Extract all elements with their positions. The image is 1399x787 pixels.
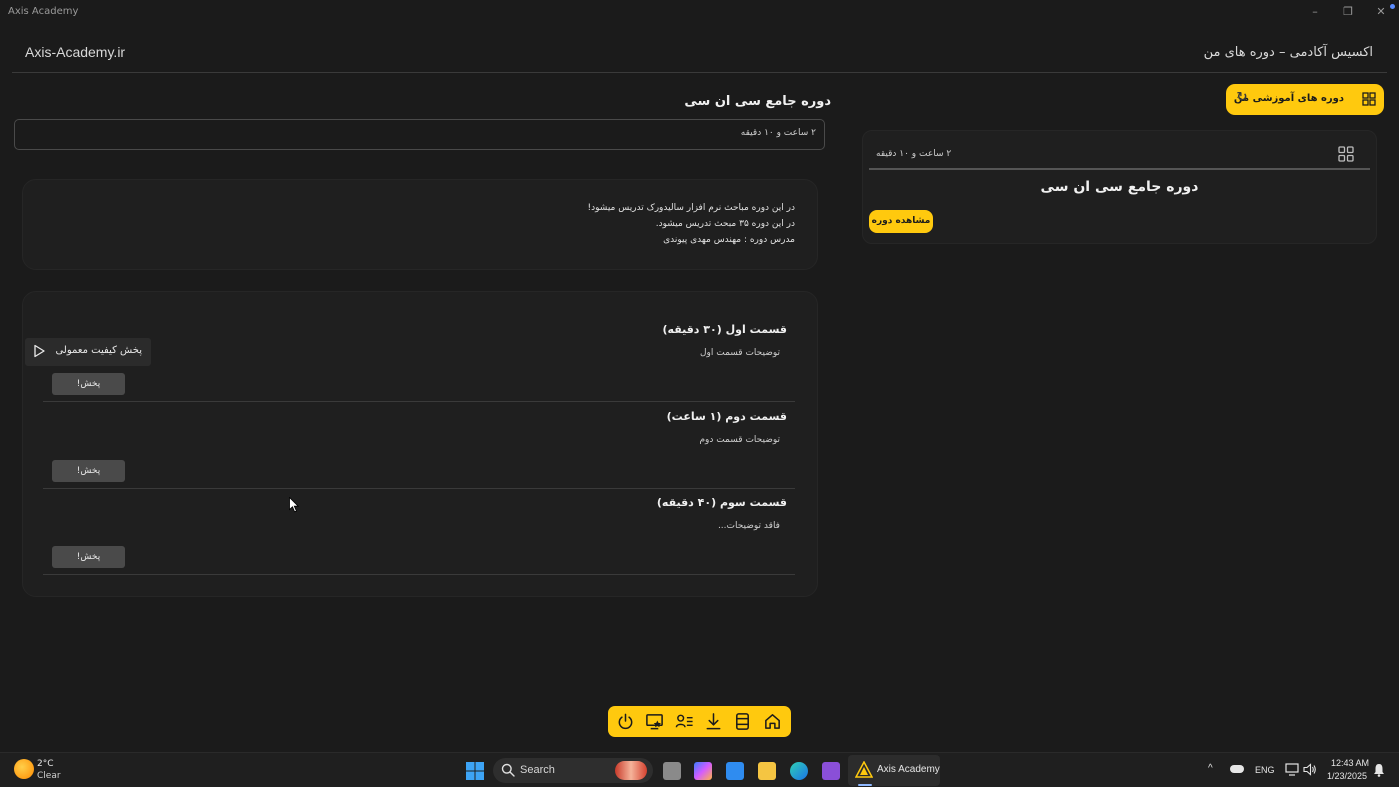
- refresh-icon[interactable]: ↻: [1234, 90, 1250, 106]
- course-card: ۲ ساعت و ۱۰ دقیقه دوره جامع سی ان سی مشا…: [862, 130, 1377, 244]
- play-button[interactable]: پخش!: [52, 373, 125, 395]
- page-title: اکسیس آکادمی – دوره های من: [1203, 45, 1373, 60]
- user-list-icon[interactable]: [675, 712, 694, 731]
- course-card-divider: [869, 168, 1370, 170]
- view-course-button[interactable]: مشاهده دوره: [869, 210, 933, 233]
- window-title: Axis Academy: [8, 6, 79, 17]
- episode-item: قسمت دوم (۱ ساعت) توضیحات قسمت دوم پخش!: [43, 402, 795, 489]
- clock-time[interactable]: 12:43 AM: [1331, 758, 1369, 768]
- episode-item: قسمت اول (۳۰ دقیقه) توضیحات قسمت اول پخش…: [43, 315, 795, 402]
- download-icon[interactable]: [704, 712, 723, 731]
- minimize-button[interactable]: –: [1305, 3, 1325, 21]
- taskbar: 2°C Clear Search Axis Academy ^ ENG 12:4: [0, 752, 1399, 787]
- my-courses-button[interactable]: دوره های آموزشی من ↻: [1226, 84, 1384, 115]
- notification-dot: [1390, 4, 1395, 9]
- clock-date[interactable]: 1/23/2025: [1327, 771, 1367, 781]
- volume-icon[interactable]: [1303, 763, 1317, 776]
- mouse-cursor-icon: [289, 497, 299, 513]
- language-indicator[interactable]: ENG: [1255, 765, 1275, 775]
- play-button[interactable]: پخش!: [52, 546, 125, 568]
- course-duration: ۲ ساعت و ۱۰ دقیقه: [740, 128, 816, 138]
- play-icon: [34, 344, 45, 358]
- weather-icon[interactable]: [14, 759, 34, 779]
- course-duration-box: ۲ ساعت و ۱۰ دقیقه: [14, 119, 825, 150]
- course-description-card: در این دوره مباحث نرم افزار سالیدورک تدر…: [22, 179, 818, 270]
- grid-add-icon: [1362, 92, 1376, 106]
- visual-studio-icon[interactable]: [822, 762, 840, 780]
- episode-description: توضیحات قسمت اول: [699, 348, 780, 358]
- search-highlight-image: [615, 761, 647, 780]
- tray-chevron-icon[interactable]: ^: [1208, 763, 1213, 774]
- description-line: در این دوره مباحث نرم افزار سالیدورک تدر…: [587, 203, 795, 213]
- episode-divider: [43, 574, 795, 575]
- notification-bell-icon[interactable]: [1373, 763, 1385, 777]
- course-title: دوره جامع سی ان سی: [684, 94, 831, 109]
- episodes-card: قسمت اول (۳۰ دقیقه) توضیحات قسمت اول پخش…: [22, 291, 818, 597]
- maximize-button[interactable]: ❐: [1338, 3, 1358, 21]
- copilot-icon[interactable]: [694, 762, 712, 780]
- tooltip-label: پخش کیفیت معمولی: [55, 345, 142, 356]
- weather-temperature[interactable]: 2°C: [37, 759, 54, 769]
- my-courses-label: دوره های آموزشی من: [1233, 93, 1344, 104]
- episode-description: فاقد توضیحات...: [717, 521, 780, 531]
- bottom-toolbar: [608, 706, 791, 737]
- axis-academy-taskbar-label: Axis Academy: [877, 764, 940, 775]
- onedrive-icon[interactable]: [1230, 765, 1244, 773]
- active-app-indicator: [858, 784, 872, 786]
- weather-description[interactable]: Clear: [37, 771, 61, 781]
- play-button[interactable]: پخش!: [52, 460, 125, 482]
- power-icon[interactable]: [616, 712, 635, 731]
- windows-start-icon[interactable]: [466, 762, 484, 780]
- axis-academy-icon: [855, 761, 873, 778]
- description-line: مدرس دوره : مهندس مهدی پیوندی: [663, 235, 795, 245]
- taskbar-search[interactable]: Search: [493, 758, 653, 783]
- bookmark-icon[interactable]: [733, 712, 752, 731]
- home-icon[interactable]: [763, 712, 782, 731]
- file-explorer-icon[interactable]: [758, 762, 776, 780]
- brand-link[interactable]: Axis-Academy.ir: [25, 44, 125, 60]
- episode-title: قسمت اول (۳۰ دقیقه): [662, 323, 788, 336]
- header-divider: [12, 72, 1387, 73]
- course-card-duration: ۲ ساعت و ۱۰ دقیقه: [876, 149, 952, 159]
- network-icon[interactable]: [1285, 763, 1299, 776]
- play-quality-tooltip[interactable]: پخش کیفیت معمولی: [25, 338, 151, 366]
- grid-icon: [1338, 146, 1354, 162]
- episode-description: توضیحات قسمت دوم: [699, 435, 780, 445]
- episode-title: قسمت دوم (۱ ساعت): [666, 410, 787, 423]
- screen-star-icon[interactable]: [645, 712, 664, 731]
- task-view-icon[interactable]: [663, 762, 681, 780]
- episode-title: قسمت سوم (۴۰ دقیقه): [656, 496, 787, 509]
- store-icon[interactable]: [726, 762, 744, 780]
- search-label: Search: [520, 764, 555, 776]
- course-card-title: دوره جامع سی ان سی: [1040, 179, 1199, 195]
- description-line: در این دوره ۳۵ مبحث تدریس میشود.: [655, 219, 795, 229]
- edge-icon[interactable]: [790, 762, 808, 780]
- episode-item: قسمت سوم (۴۰ دقیقه) فاقد توضیحات... پخش!: [43, 488, 795, 575]
- search-icon: [501, 763, 515, 777]
- close-button[interactable]: ✕: [1371, 3, 1391, 21]
